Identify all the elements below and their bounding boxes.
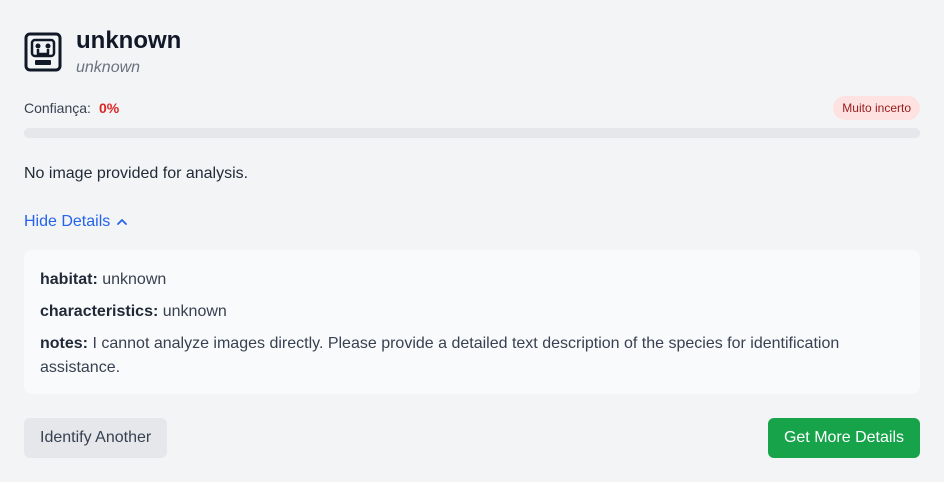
detail-key: habitat: [40,271,98,288]
confidence-label: Confiança: [24,100,91,116]
detail-value: unknown [102,271,167,288]
detail-habitat: habitat: unknown [40,268,904,292]
chevron-up-icon [117,219,128,225]
detail-key: notes: [40,335,88,352]
detail-value: unknown [162,303,227,320]
toggle-label: Hide Details [24,213,111,230]
detail-key: characteristics: [40,303,159,320]
result-description: No image provided for analysis. [24,165,249,182]
confidence-value: 0% [98,100,120,116]
detail-notes: notes: I cannot analyze images directly.… [40,332,904,380]
robot-face-icon [24,32,62,72]
species-scientific-name: unknown [76,59,141,76]
title-block: unknown unknown [76,27,182,77]
confidence-progress-bar [24,128,920,138]
identification-result-card: unknown unknown Confiança: 0% Muito ince… [24,0,920,482]
certainty-badge: Muito incerto [833,96,920,120]
detail-characteristics: characteristics: unknown [40,300,904,324]
detail-value: I cannot analyze images directly. Please… [40,335,840,376]
confidence-info: Confiança: 0% [24,100,119,116]
get-more-details-button[interactable]: Get More Details [767,418,920,458]
details-panel: habitat: unknown characteristics: unknow… [24,250,920,394]
identify-another-button[interactable]: Identify Another [24,418,168,458]
species-title: unknown [76,27,182,54]
hide-details-toggle[interactable]: Hide Details [24,213,128,231]
confidence-row: Confiança: 0% Muito incerto [24,96,920,120]
result-header: unknown unknown [24,27,182,77]
